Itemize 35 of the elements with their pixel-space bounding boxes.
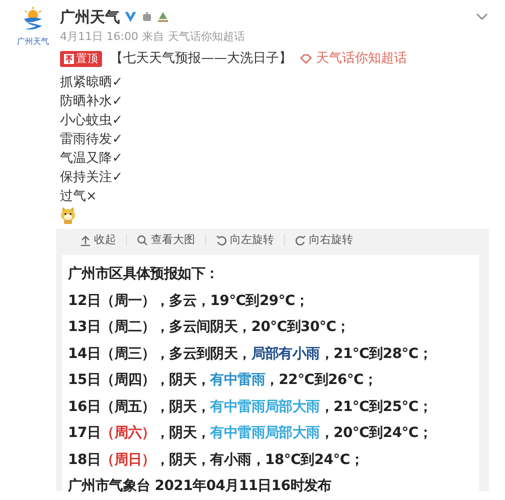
post-line: 抓紧晾晒✓	[60, 74, 124, 92]
tree-icon	[157, 11, 169, 24]
post-line: 雷雨待发✓	[60, 130, 124, 148]
forecast-heading: 广州市区具体预报如下：	[68, 264, 220, 284]
forecast-line: 18日（周日），阴天，有小雨，18°C到24°C；	[68, 450, 365, 470]
forecast-line: 13日（周二），多云间阴天，20°C到30°C；	[68, 318, 351, 337]
dog-emoji-icon	[60, 206, 76, 224]
diamond-icon	[300, 54, 312, 64]
forecast-line: 12日（周一），多云，19°C到29°C；	[68, 292, 310, 310]
pinned-badge: 置顶	[60, 50, 102, 67]
post-title: 【七天天气预报——大洗日子】	[110, 50, 292, 68]
forecast-footer: 广州市气象台 2021年04月11日16时发布	[68, 473, 473, 500]
upload-icon	[80, 234, 91, 246]
rotate-right-button[interactable]: 向右旋转	[285, 232, 363, 248]
post-line: 防晒补水✓	[60, 92, 124, 110]
pin-icon	[64, 54, 74, 64]
forecast-line: 15日（周四），阴天，有中雷雨，22°C到26°C；	[68, 371, 378, 390]
rotate-right-icon	[295, 234, 306, 246]
source-label: 来自	[142, 28, 164, 44]
rotate-left-button[interactable]: 向左旋转	[206, 232, 284, 248]
post-line: 小心蚊虫✓	[60, 112, 124, 130]
forecast-line: 14日（周三），多云到阴天，局部有小雨，21°C到28°C；	[68, 344, 434, 364]
robot-icon	[141, 11, 153, 24]
forecast-line: 17日（周六），阴天，有中雷雨局部大雨，20°C到24°C；	[68, 424, 434, 443]
search-icon	[137, 234, 148, 246]
post-line: 过气×	[60, 188, 98, 206]
collapse-button[interactable]: 收起	[70, 232, 126, 248]
account-name[interactable]: 广州天气	[60, 6, 120, 28]
post-line: 气温又降✓	[60, 150, 124, 168]
view-large-button[interactable]: 查看大图	[127, 232, 205, 248]
forecast-line: 16日（周五），阴天，有中雷雨局部大雨，21°C到25°C；	[68, 398, 434, 416]
logo-caption: 广州天气	[17, 36, 49, 48]
post-line: 保持关注✓	[60, 168, 124, 186]
chevron-down-icon[interactable]	[475, 12, 489, 22]
rotate-left-icon	[216, 234, 227, 246]
